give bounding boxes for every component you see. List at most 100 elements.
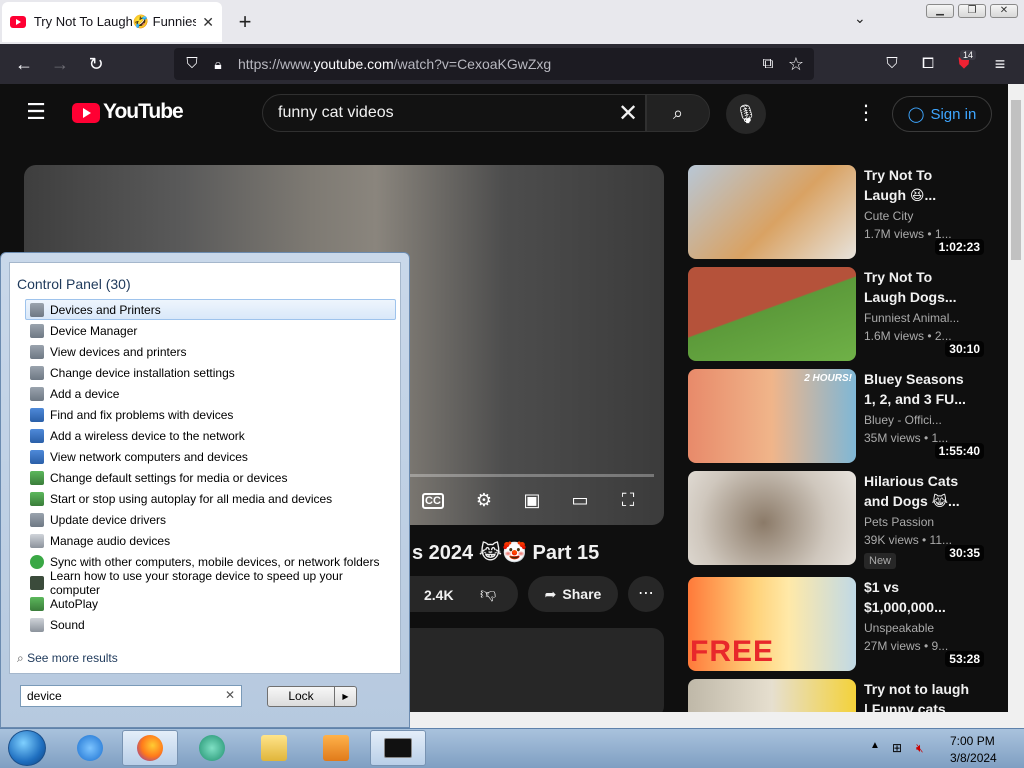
result-item[interactable]: Sound bbox=[25, 614, 396, 635]
scrollbar-thumb[interactable] bbox=[1011, 100, 1021, 260]
extensions-icon[interactable]: ⧠ bbox=[916, 52, 940, 76]
forward-arrow-icon[interactable]: → bbox=[48, 52, 72, 76]
volume-muted-icon[interactable]: 🔇︎ bbox=[916, 741, 924, 756]
settings-gear-icon[interactable]: ⚙ bbox=[470, 490, 498, 511]
lock-button[interactable]: Lock bbox=[267, 686, 335, 707]
recommended-video[interactable]: FREE 53:28 $1 vs $1,000,000... Unspeakab… bbox=[688, 577, 988, 671]
video-thumbnail[interactable] bbox=[688, 471, 856, 565]
youtube-logo-text[interactable]: YouTube bbox=[103, 100, 184, 124]
result-item[interactable]: Change default settings for media or dev… bbox=[25, 467, 396, 488]
theater-mode-icon[interactable]: ▭ bbox=[566, 490, 594, 511]
result-item[interactable]: Add a wireless device to the network bbox=[25, 425, 396, 446]
printer-icon bbox=[30, 512, 44, 527]
show-hidden-icons-icon[interactable]: ▲ bbox=[870, 740, 880, 751]
see-more-results-link[interactable]: ⌕ See more results bbox=[17, 651, 118, 666]
thumbnail-text: FREE bbox=[690, 635, 775, 668]
result-item[interactable]: View devices and printers bbox=[25, 341, 396, 362]
taskbar-command-prompt[interactable] bbox=[370, 730, 426, 766]
result-item[interactable]: Learn how to use your storage device to … bbox=[25, 569, 396, 597]
recommended-video[interactable]: 30:35 Hilarious Cats and Dogs 😹... Pets … bbox=[688, 471, 988, 569]
video-thumbnail[interactable] bbox=[688, 679, 856, 712]
result-item[interactable]: Start or stop using autoplay for all med… bbox=[25, 488, 396, 509]
sign-in-button[interactable]: ◯ Sign in bbox=[892, 96, 992, 132]
channel-name[interactable]: Funniest Animal... bbox=[864, 311, 976, 325]
taskbar-media-player[interactable] bbox=[308, 730, 364, 766]
back-arrow-icon[interactable]: ← bbox=[12, 52, 36, 76]
start-button-icon[interactable] bbox=[8, 730, 46, 766]
search-input[interactable]: funny cat videos bbox=[278, 104, 394, 122]
dislike-icon[interactable]: 👎︎ bbox=[480, 585, 496, 604]
shield-icon[interactable]: ⛉ bbox=[180, 52, 204, 76]
results-group-heading[interactable]: Control Panel (30) bbox=[17, 276, 131, 292]
results-list: Devices and Printers Device Manager View… bbox=[25, 299, 396, 635]
settings-more-icon[interactable]: ⋮ bbox=[856, 100, 876, 125]
url-text[interactable]: https://www.youtube.com/watch?v=CexoaKGw… bbox=[238, 56, 551, 72]
recommended-video[interactable]: 2 HOURS! 1:55:40 Bluey Seasons 1, 2, and… bbox=[688, 369, 988, 463]
youtube-logo-icon[interactable] bbox=[72, 103, 100, 123]
result-item[interactable]: Device Manager bbox=[25, 320, 396, 341]
video-thumbnail[interactable] bbox=[688, 267, 856, 361]
recommended-video[interactable]: 30:10 Try Not To Laugh Dogs... Funniest … bbox=[688, 267, 988, 361]
voice-search-mic-icon[interactable]: 🎙︎ bbox=[726, 94, 766, 134]
channel-name[interactable]: Cute City bbox=[864, 209, 976, 223]
hamburger-menu-icon[interactable]: ☰ bbox=[24, 100, 48, 124]
result-item[interactable]: Devices and Printers bbox=[25, 299, 396, 320]
result-item[interactable]: Find and fix problems with devices bbox=[25, 404, 396, 425]
tab-close-button[interactable]: ✕ bbox=[202, 14, 214, 31]
video-title[interactable]: Try not to laugh | Funny cats bbox=[864, 679, 976, 712]
video-thumbnail[interactable] bbox=[688, 165, 856, 259]
power-options-arrow-icon[interactable]: ▶ bbox=[335, 686, 357, 707]
lock-icon[interactable]: 🔒︎ bbox=[206, 52, 230, 76]
network-tray-icon[interactable]: ⊞ bbox=[892, 741, 902, 755]
browser-tab-active[interactable]: Try Not To Laugh🤣 Funniest C ✕ bbox=[2, 2, 222, 42]
restore-button[interactable]: ❐ bbox=[958, 4, 986, 18]
video-thumbnail[interactable]: FREE bbox=[688, 577, 856, 671]
clock-time[interactable]: 7:00 PM bbox=[950, 734, 995, 748]
new-tab-button[interactable]: + bbox=[234, 8, 256, 36]
channel-name[interactable]: Pets Passion bbox=[864, 515, 976, 529]
clear-search-icon[interactable]: ✕ bbox=[225, 688, 235, 702]
printer-icon bbox=[30, 344, 44, 359]
result-item[interactable]: Manage audio devices bbox=[25, 530, 396, 551]
taskbar-firefox[interactable] bbox=[122, 730, 178, 766]
result-item[interactable]: Change device installation settings bbox=[25, 362, 396, 383]
video-title[interactable]: Try Not To Laugh 😆... bbox=[864, 165, 976, 205]
tab-list-chevron-icon[interactable]: ⌄ bbox=[854, 10, 866, 27]
video-meta: 27M views • 9... bbox=[864, 639, 949, 653]
search-button[interactable]: ⌕ bbox=[646, 94, 710, 132]
fullscreen-icon[interactable]: ⛶ bbox=[614, 490, 642, 511]
reload-icon[interactable]: ↻ bbox=[84, 52, 108, 76]
result-item[interactable]: View network computers and devices bbox=[25, 446, 396, 467]
translate-icon[interactable]: ⧉ bbox=[756, 52, 780, 76]
miniplayer-icon[interactable]: ▣ bbox=[518, 490, 546, 511]
video-thumbnail[interactable]: 2 HOURS! bbox=[688, 369, 856, 463]
channel-name[interactable]: Bluey - Offici... bbox=[864, 413, 976, 427]
start-search-input[interactable]: device bbox=[27, 689, 62, 703]
video-meta: 35M views • 1... bbox=[864, 431, 949, 445]
video-title[interactable]: $1 vs $1,000,000... bbox=[864, 577, 976, 617]
share-button[interactable]: ➦ Share bbox=[528, 576, 618, 612]
captions-icon[interactable]: CC bbox=[422, 493, 444, 509]
recommended-video[interactable]: Try not to laugh | Funny cats bbox=[688, 679, 988, 712]
app-menu-icon[interactable]: ≡ bbox=[988, 52, 1012, 76]
video-title[interactable]: Hilarious Cats and Dogs 😹... bbox=[864, 471, 976, 511]
horizontal-scrollbar[interactable] bbox=[408, 712, 1024, 728]
video-title[interactable]: Try Not To Laugh Dogs... bbox=[864, 267, 976, 307]
close-window-button[interactable]: ✕ bbox=[990, 4, 1018, 18]
clock-date[interactable]: 3/8/2024 bbox=[950, 751, 997, 765]
more-actions-button[interactable]: ⋯ bbox=[628, 576, 664, 612]
pocket-icon[interactable]: ⛉ bbox=[880, 52, 904, 76]
taskbar-file-explorer[interactable] bbox=[246, 730, 302, 766]
video-title[interactable]: Bluey Seasons 1, 2, and 3 FU... bbox=[864, 369, 976, 409]
network-icon bbox=[30, 428, 44, 443]
command-prompt-icon bbox=[384, 738, 412, 758]
clear-search-icon[interactable]: ✕ bbox=[618, 99, 638, 128]
result-item[interactable]: Add a device bbox=[25, 383, 396, 404]
bookmark-star-icon[interactable]: ☆ bbox=[784, 52, 808, 76]
taskbar-internet-explorer[interactable] bbox=[62, 730, 118, 766]
channel-name[interactable]: Unspeakable bbox=[864, 621, 976, 635]
result-item[interactable]: Update device drivers bbox=[25, 509, 396, 530]
taskbar-app-globe[interactable] bbox=[184, 730, 240, 766]
recommended-video[interactable]: 1:02:23 Try Not To Laugh 😆... Cute City … bbox=[688, 165, 988, 259]
minimize-button[interactable]: ▁ bbox=[926, 4, 954, 18]
